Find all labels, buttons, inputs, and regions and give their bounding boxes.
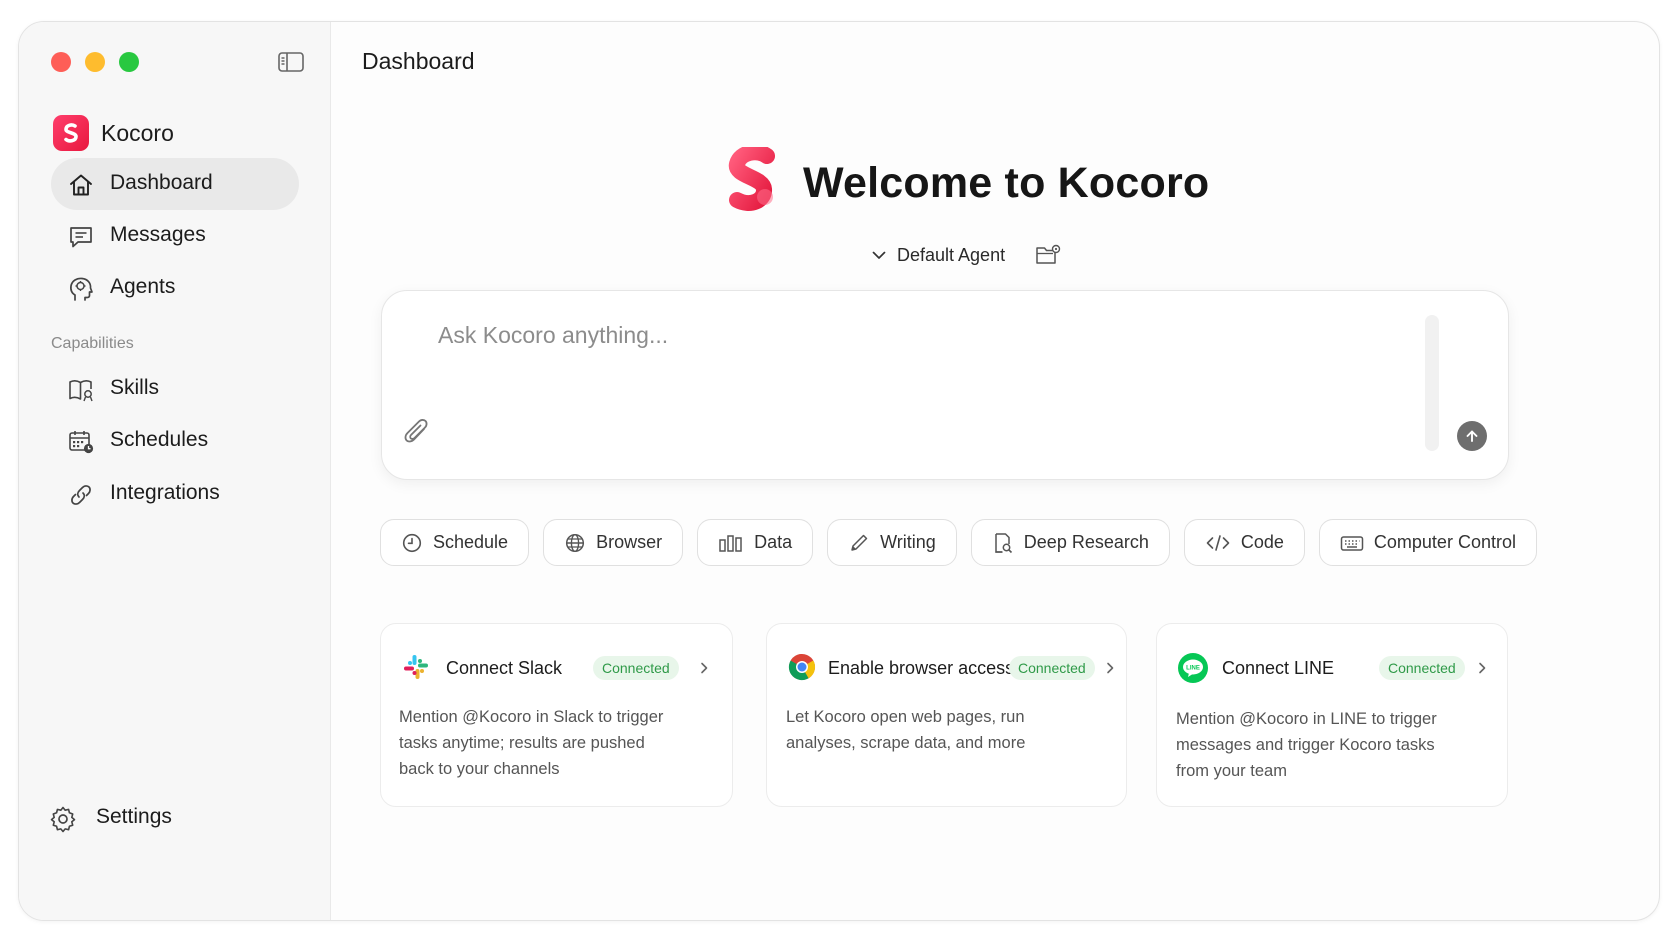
globe-icon	[566, 533, 585, 552]
card-enable-browser-access[interactable]: Enable browser access Connected Let Koco…	[766, 623, 1127, 807]
sidebar-item-label: Messages	[110, 223, 206, 246]
card-title: Enable browser access	[828, 658, 1015, 678]
chip-label: Deep Research	[1023, 532, 1149, 552]
status-badge: Connected	[1379, 656, 1465, 680]
sidebar-item-label: Integrations	[110, 481, 220, 504]
sidebar-item-messages[interactable]: Messages	[51, 210, 299, 262]
kocoro-logo-icon	[53, 115, 89, 151]
card-connect-slack[interactable]: Connect Slack Connected Mention @Kocoro …	[380, 623, 733, 807]
send-button[interactable]	[1457, 421, 1487, 451]
svg-text:LINE: LINE	[1186, 665, 1200, 671]
card-description: Let Kocoro open web pages, run analyses,…	[786, 708, 1026, 752]
card-description: Mention @Kocoro in LINE to trigger messa…	[1176, 710, 1437, 780]
sidebar-item-label: Skills	[110, 376, 160, 399]
chevron-right-icon	[1479, 662, 1486, 674]
clock-icon	[402, 533, 422, 552]
calendar-clock-icon	[69, 431, 94, 454]
chip-data[interactable]: Data	[697, 519, 814, 566]
chat-icon	[70, 227, 92, 248]
settings-button[interactable]: Settings	[39, 792, 287, 844]
bar-chart-icon	[719, 534, 742, 552]
capabilities-section-label: Capabilities	[51, 335, 134, 352]
paperclip-icon[interactable]	[402, 417, 432, 449]
folder-settings-icon[interactable]	[1035, 244, 1061, 266]
ask-input[interactable]	[438, 319, 1398, 351]
chip-label: Data	[754, 532, 793, 552]
chevron-right-icon	[701, 662, 708, 674]
chip-label: Code	[1240, 532, 1284, 552]
sidebar-item-label: Dashboard	[110, 171, 213, 194]
chevron-right-icon	[1107, 662, 1114, 674]
chip-browser[interactable]: Browser	[543, 519, 684, 566]
sidebar-toggle-icon[interactable]	[277, 50, 305, 74]
agent-select-label: Default Agent	[897, 244, 1006, 265]
sidebar-item-skills[interactable]: Skills	[51, 363, 299, 415]
status-badge: Connected	[593, 656, 679, 680]
chip-code[interactable]: Code	[1183, 519, 1305, 566]
maximize-window-button[interactable]	[119, 52, 139, 72]
minimize-window-button[interactable]	[85, 52, 105, 72]
sidebar: Kocoro Dashboard Messages Agents Capabil…	[19, 22, 331, 920]
agent-select-dropdown[interactable]: Default Agent	[871, 245, 1005, 266]
welcome-title: Welcome to Kocoro	[803, 159, 1210, 207]
composer-scrollbar[interactable]	[1425, 315, 1439, 451]
pencil-icon	[851, 534, 868, 551]
agent-row: Default Agent	[871, 240, 1061, 270]
code-icon	[1206, 534, 1230, 551]
sidebar-item-dashboard[interactable]: Dashboard	[51, 158, 299, 210]
window-controls	[51, 52, 139, 72]
arrow-up-icon	[1466, 430, 1478, 442]
document-search-icon	[995, 532, 1012, 553]
brand-name: Kocoro	[101, 119, 174, 146]
brand: Kocoro	[53, 115, 174, 151]
page-title: Dashboard	[362, 48, 475, 74]
line-icon: LINE	[1178, 653, 1208, 683]
sidebar-item-label: Schedules	[110, 428, 209, 451]
card-connect-line[interactable]: LINE Connect LINE Connected Mention @Koc…	[1156, 623, 1508, 807]
capability-chips: Schedule Browser Data Writing Deep Resea…	[380, 519, 1537, 566]
chip-label: Browser	[596, 532, 663, 552]
home-icon	[70, 174, 92, 196]
slack-icon	[404, 655, 428, 679]
app-window: Kocoro Dashboard Messages Agents Capabil…	[18, 21, 1660, 921]
chevron-down-icon	[872, 251, 886, 259]
chip-label: Writing	[880, 532, 936, 552]
main-content: Dashboard Welcome to Kocoro Default Agen…	[331, 22, 1659, 920]
gear-icon	[50, 806, 76, 833]
status-badge: Connected	[1009, 656, 1095, 680]
chip-label: Computer Control	[1373, 532, 1516, 552]
card-description: Mention @Kocoro in Slack to trigger task…	[399, 708, 664, 778]
sidebar-item-schedules[interactable]: Schedules	[51, 415, 299, 467]
chip-computer-control[interactable]: Computer Control	[1318, 519, 1537, 566]
kocoro-logo-icon	[729, 147, 775, 211]
welcome-hero: Welcome to Kocoro	[331, 147, 1659, 227]
chat-composer	[381, 290, 1509, 480]
card-title: Connect LINE	[1222, 658, 1335, 678]
chip-label: Schedule	[433, 532, 509, 552]
settings-label: Settings	[96, 805, 172, 828]
link-icon	[71, 485, 91, 505]
sidebar-item-agents[interactable]: Agents	[51, 262, 299, 314]
book-icon	[69, 380, 93, 402]
brain-head-icon	[70, 277, 93, 301]
chip-writing[interactable]: Writing	[827, 519, 957, 566]
sidebar-item-label: Agents	[110, 275, 176, 298]
chrome-icon	[788, 653, 816, 681]
keyboard-icon	[1340, 535, 1364, 551]
close-window-button[interactable]	[51, 52, 71, 72]
chip-schedule[interactable]: Schedule	[380, 519, 530, 566]
chip-deep-research[interactable]: Deep Research	[970, 519, 1170, 566]
sidebar-item-integrations[interactable]: Integrations	[51, 468, 299, 520]
card-title: Connect Slack	[446, 658, 563, 678]
